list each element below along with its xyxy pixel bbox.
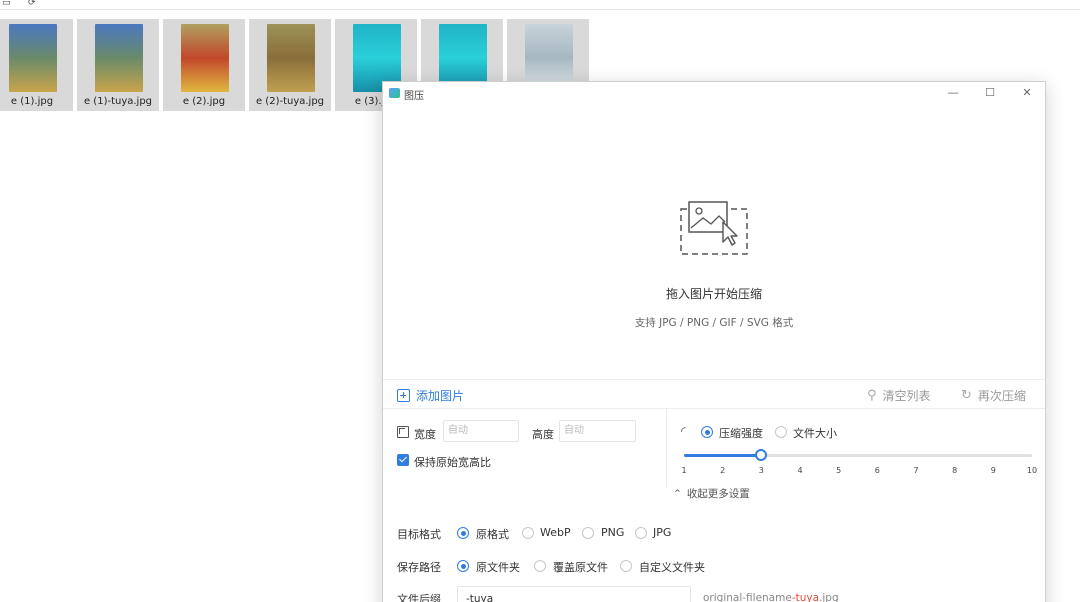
suffix-preview-ext: .jpg [819, 592, 839, 602]
compress-strength-slider[interactable] [684, 449, 1032, 461]
radio-format-webp[interactable] [522, 527, 534, 539]
target-format-label: 目标格式 [397, 528, 441, 541]
slider-tick-label: 6 [874, 466, 880, 475]
radio-compress-strength[interactable] [701, 426, 713, 438]
radio-overwrite-original[interactable] [534, 560, 546, 572]
drop-hint-title: 拖入图片开始压缩 [665, 287, 762, 301]
settings-panel: 宽度 自动 高度 自动 保持原始宽高比 ◜ 压缩强度 文件大小 1 2 3 4 5 6 7 8… [383, 409, 1045, 497]
file-item[interactable]: e (1)-tuya.jpg [77, 19, 159, 111]
broom-icon: ⚲ [867, 388, 877, 403]
slider-tick-label: 9 [990, 466, 996, 475]
file-thumbnail [267, 24, 315, 92]
save-path-label: 保存路径 [397, 561, 441, 574]
compress-settings: ◜ 压缩强度 文件大小 1 2 3 4 5 6 7 8 9 10 [668, 409, 1045, 487]
slider-handle[interactable] [755, 449, 768, 461]
save-path-row: 保存路径 原文件夹 覆盖原文件 自定义文件夹 [383, 554, 1045, 578]
app-window: 图压 — ☐ ✕ 拖入图片开始压缩 支持 JPG / PNG / GIF / S… [382, 81, 1046, 602]
format-original-label: 原格式 [476, 528, 509, 541]
file-size-label: 文件大小 [793, 427, 837, 440]
save-original-folder-label: 原文件夹 [476, 561, 520, 574]
slider-tick-label: 2 [720, 466, 726, 475]
resize-icon [397, 426, 409, 438]
sort-icon[interactable]: ⟳ [28, 0, 36, 8]
radio-custom-folder[interactable] [620, 560, 632, 572]
slider-fill [684, 454, 762, 457]
slider-tick-label: 1 [681, 466, 687, 475]
compress-strength-label: 压缩强度 [719, 427, 763, 440]
slider-tick-label: 5 [836, 466, 842, 475]
view-icon[interactable]: ▭ [2, 0, 11, 8]
gauge-icon: ◜ [681, 424, 686, 438]
overwrite-original-label: 覆盖原文件 [553, 561, 608, 574]
file-item[interactable]: e (1).jpg [0, 19, 73, 111]
file-suffix-label: 文件后缀 [397, 593, 441, 602]
suffix-preview-name: original-filename [703, 592, 792, 602]
collapse-settings-label: 收起更多设置 [686, 488, 750, 500]
file-thumbnail [95, 24, 143, 92]
suffix-preview: original-filename-tuya.jpg [703, 592, 839, 602]
format-jpg-label: JPG [653, 526, 672, 539]
width-input[interactable]: 自动 [443, 420, 519, 442]
recompress-label: 再次压缩 [977, 389, 1026, 403]
slider-tick-label: 10 [1026, 466, 1038, 475]
file-name: e (1)-tuya.jpg [83, 96, 153, 107]
file-item[interactable]: e (2).jpg [163, 19, 245, 111]
slider-tick-label: 7 [913, 466, 919, 475]
drop-zone[interactable]: 拖入图片开始压缩 支持 JPG / PNG / GIF / SVG 格式 [383, 104, 1045, 379]
file-item[interactable]: e (2)-tuya.jpg [249, 19, 331, 111]
width-label: 宽度 [414, 428, 436, 441]
add-image-label: 添加图片 [416, 389, 465, 403]
file-thumbnail [181, 24, 229, 92]
clear-list-button[interactable]: ⚲ 清空列表 [867, 387, 931, 404]
slider-tick-label: 8 [952, 466, 958, 475]
plus-icon [397, 389, 410, 402]
slider-tick-label: 4 [797, 466, 803, 475]
recompress-button[interactable]: ↻ 再次压缩 [961, 387, 1026, 404]
slider-tick-label: 3 [758, 466, 764, 475]
custom-folder-label: 自定义文件夹 [639, 561, 705, 574]
clear-list-label: 清空列表 [882, 389, 931, 403]
format-png-label: PNG [601, 526, 625, 539]
keep-ratio-label: 保持原始宽高比 [414, 456, 491, 469]
app-logo-icon [389, 88, 400, 98]
explorer-toolbar: ▭ ⟳ [0, 0, 1080, 10]
maximize-button[interactable]: ☐ [980, 85, 1000, 101]
window-title: 图压 [404, 91, 424, 102]
file-name: e (1).jpg [10, 96, 54, 107]
image-upload-icon [680, 201, 748, 255]
drop-hint-formats: 支持 JPG / PNG / GIF / SVG 格式 [634, 317, 794, 329]
file-name: e (2)-tuya.jpg [255, 96, 325, 107]
radio-format-original[interactable] [457, 527, 469, 539]
radio-file-size[interactable] [775, 426, 787, 438]
file-suffix-input[interactable]: -tuya [457, 586, 691, 602]
format-webp-label: WebP [540, 526, 571, 539]
height-label: 高度 [532, 428, 554, 441]
height-input[interactable]: 自动 [559, 420, 636, 442]
file-thumbnail [9, 24, 57, 92]
close-button[interactable]: ✕ [1017, 85, 1037, 101]
chevron-up-icon: ⌃ [673, 487, 682, 500]
collapse-settings-toggle[interactable]: ⌃ 收起更多设置 [673, 486, 750, 501]
file-suffix-row: 文件后缀 -tuya original-filename-tuya.jpg [383, 586, 1045, 602]
title-bar[interactable]: 图压 — ☐ ✕ [383, 82, 1045, 104]
target-format-row: 目标格式 原格式 WebP PNG JPG [383, 521, 1045, 545]
suffix-preview-accent: -tuya [791, 592, 820, 602]
refresh-icon: ↻ [961, 388, 972, 403]
action-toolbar: 添加图片 ⚲ 清空列表 ↻ 再次压缩 [383, 379, 1045, 409]
resize-settings: 宽度 自动 高度 自动 保持原始宽高比 [383, 409, 667, 487]
keep-ratio-checkbox[interactable] [397, 454, 409, 466]
minimize-button[interactable]: — [943, 85, 963, 101]
radio-format-jpg[interactable] [635, 527, 647, 539]
file-name: e (2).jpg [182, 96, 226, 107]
radio-format-png[interactable] [582, 527, 594, 539]
add-image-button[interactable]: 添加图片 [397, 387, 464, 404]
slider-ticks: 1 2 3 4 5 6 7 8 9 10 [681, 466, 1037, 478]
radio-save-original-folder[interactable] [457, 560, 469, 572]
